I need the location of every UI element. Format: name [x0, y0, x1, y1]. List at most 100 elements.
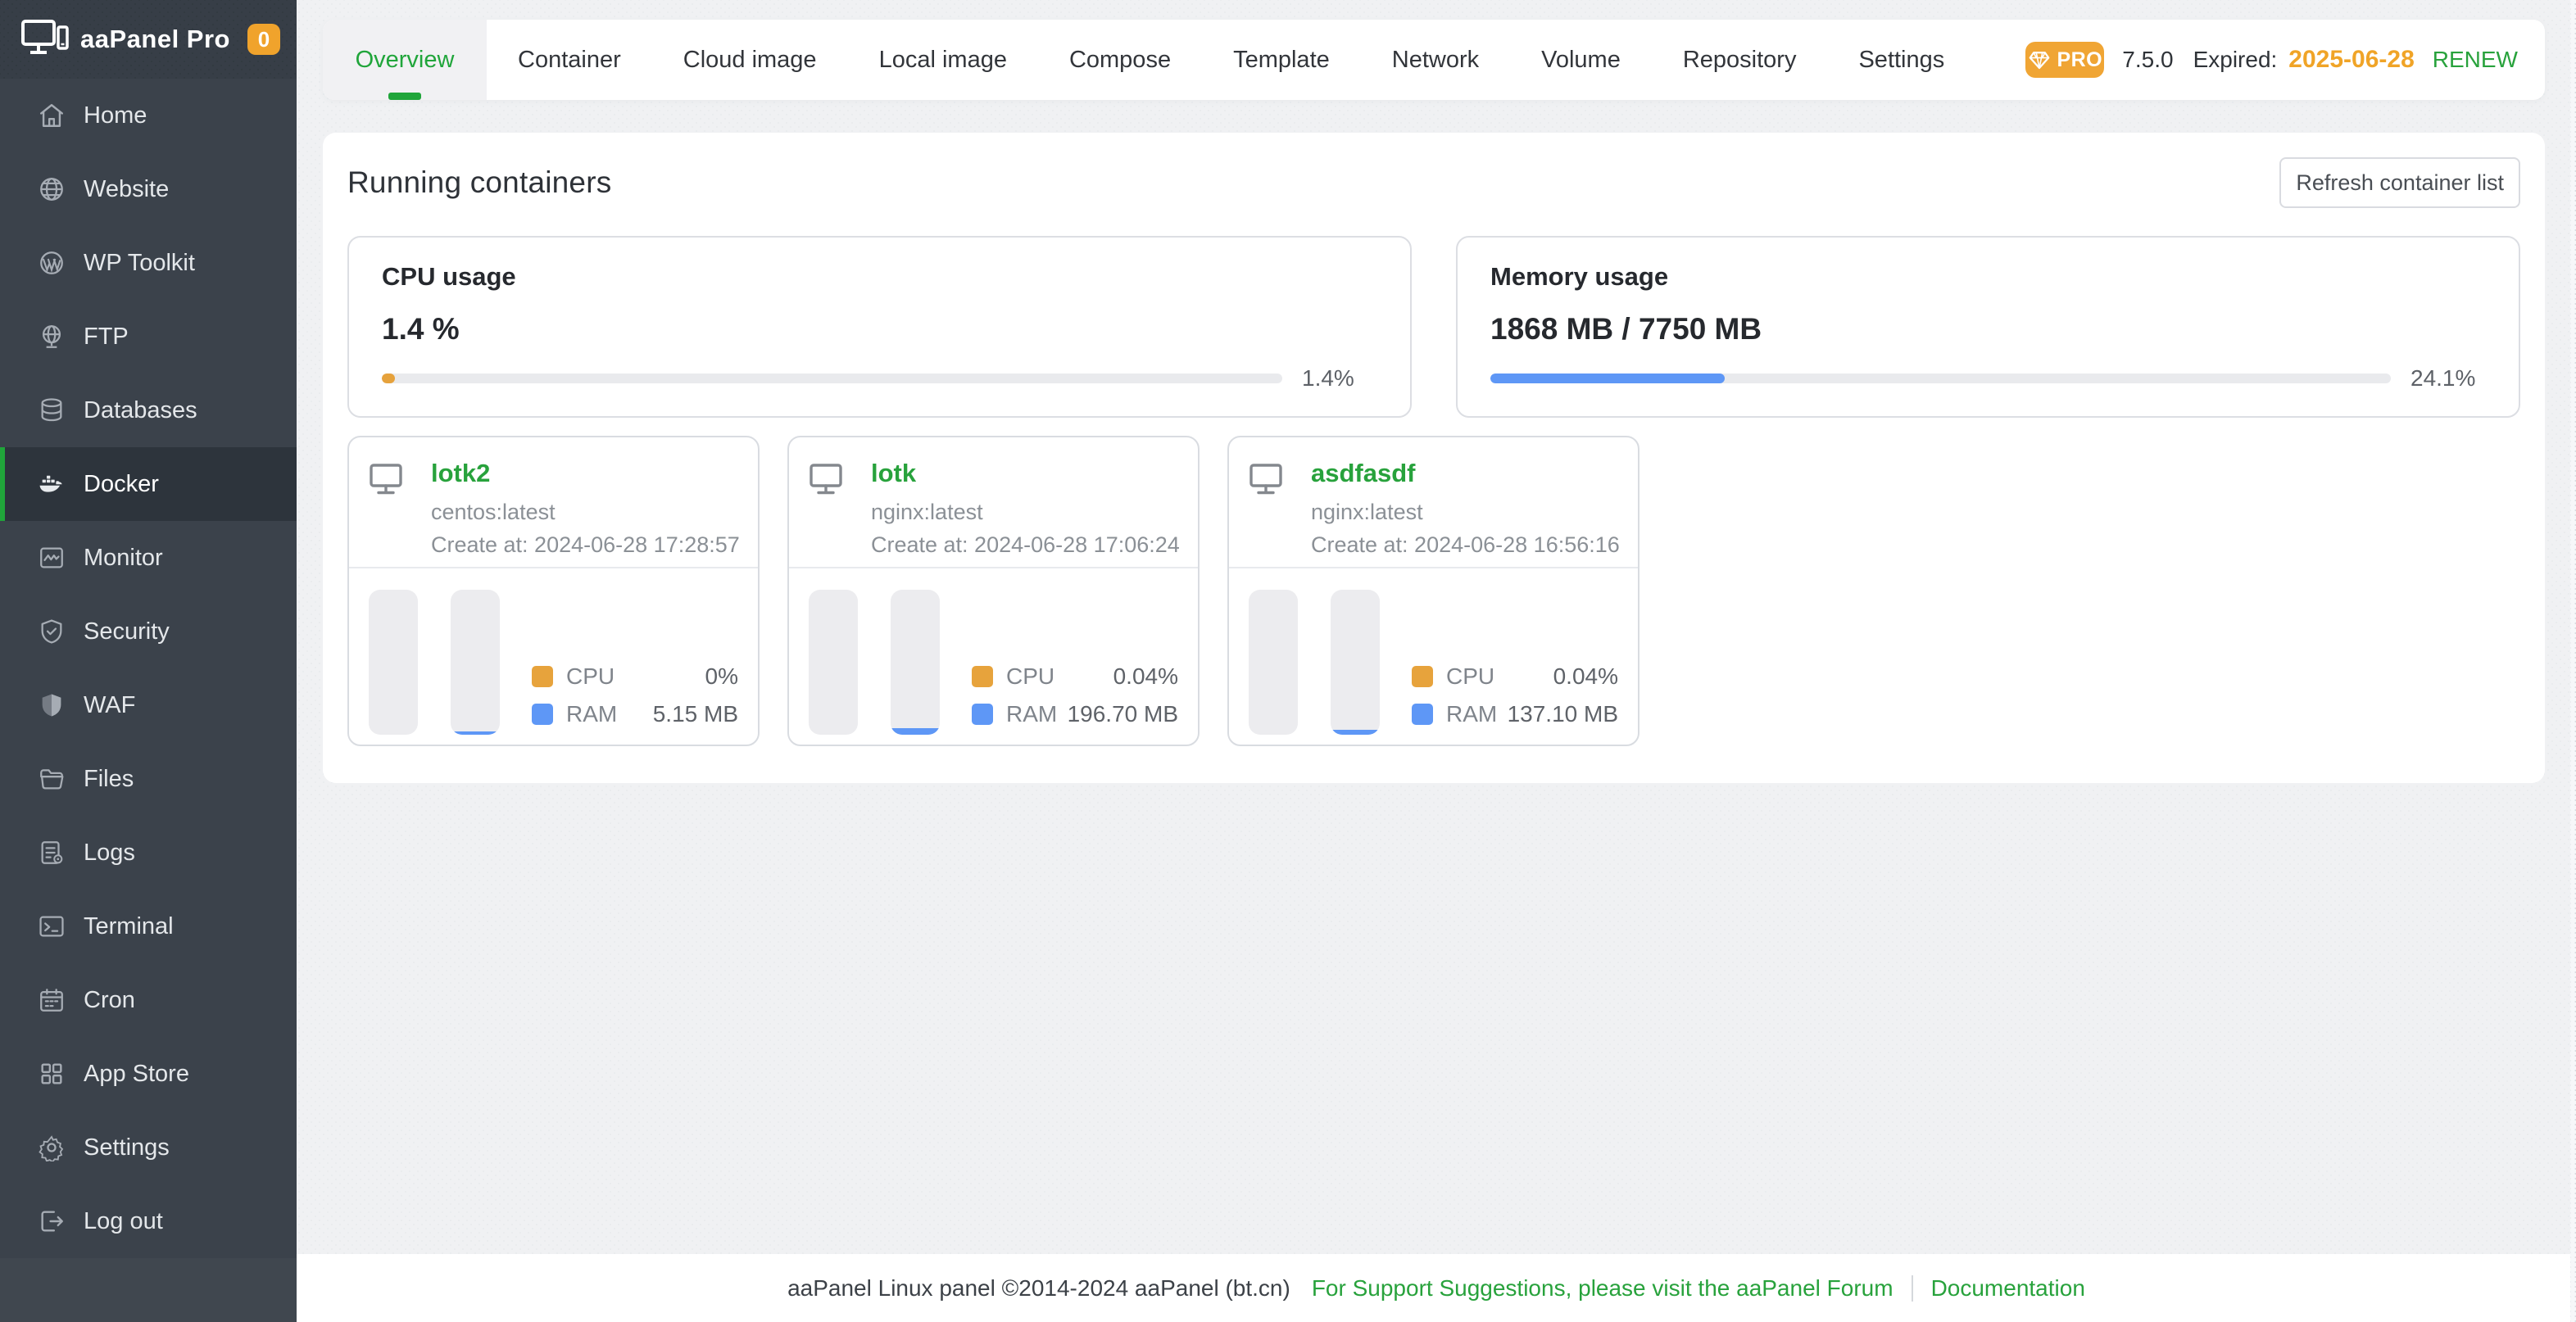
- memory-progress: 24.1%: [1490, 365, 2486, 392]
- sidebar-item-label: App Store: [84, 1061, 189, 1088]
- tab-volume[interactable]: Volume: [1510, 20, 1652, 100]
- container-card-header: lotk2 centos:latest Create at: 2024-06-2…: [349, 437, 758, 568]
- overview-panel: Running containers Refresh container lis…: [323, 133, 2545, 783]
- panel-version: 7.5.0: [2122, 47, 2173, 73]
- cpu-bar: [809, 590, 858, 735]
- sidebar-menu: Home Website WP Toolkit: [0, 79, 297, 1258]
- sidebar: aaPanel Pro 0 Home Website: [0, 0, 297, 1322]
- cpu-progress-label: 1.4%: [1302, 365, 1377, 392]
- container-card-body: CPU 0.04% RAM 196.70 MB: [789, 568, 1198, 745]
- legend-row-ram: RAM 196.70 MB: [972, 700, 1178, 728]
- sidebar-item-settings[interactable]: Settings: [0, 1111, 297, 1184]
- folder-icon: [38, 765, 66, 793]
- sidebar-logo[interactable]: aaPanel Pro 0: [0, 0, 297, 79]
- cpu-progress-track: [382, 374, 1282, 383]
- container-name[interactable]: lotk: [871, 457, 1178, 490]
- ram-bar-fill: [451, 731, 500, 735]
- forum-link[interactable]: For Support Suggestions, please visit th…: [1312, 1275, 1893, 1302]
- diamond-icon: [2027, 48, 2052, 72]
- app-title: aaPanel Pro: [80, 25, 230, 54]
- sidebar-item-wp-toolkit[interactable]: WP Toolkit: [0, 226, 297, 300]
- container-cards: lotk2 centos:latest Create at: 2024-06-2…: [347, 436, 2520, 746]
- database-icon: [38, 396, 66, 424]
- legend-row-cpu: CPU 0%: [532, 663, 738, 690]
- sidebar-item-label: Security: [84, 618, 170, 645]
- tab-container[interactable]: Container: [487, 20, 652, 100]
- cpu-legend-label: CPU: [1006, 663, 1054, 690]
- cpu-usage-card: CPU usage 1.4 % 1.4%: [347, 236, 1412, 418]
- container-name[interactable]: lotk2: [431, 457, 738, 490]
- ram-bar: [451, 590, 500, 735]
- cpu-legend-label: CPU: [566, 663, 615, 690]
- cpu-legend-value: 0.04%: [1553, 663, 1618, 690]
- terminal-icon: [38, 912, 66, 940]
- sidebar-item-monitor[interactable]: Monitor: [0, 521, 297, 595]
- sidebar-item-log-out[interactable]: Log out: [0, 1184, 297, 1258]
- gear-icon: [38, 1134, 66, 1161]
- container-created: Create at: 2024-06-28 17:06:24: [871, 532, 1178, 557]
- cpu-legend-swatch: [532, 666, 553, 687]
- tab-label: Settings: [1858, 47, 1944, 74]
- tab-label: Repository: [1683, 47, 1797, 74]
- sidebar-item-terminal[interactable]: Terminal: [0, 890, 297, 963]
- container-legend: CPU 0% RAM 5.15 MB: [532, 653, 738, 728]
- sidebar-item-ftp[interactable]: FTP: [0, 300, 297, 374]
- pro-badge[interactable]: PRO: [2025, 42, 2104, 78]
- sidebar-item-security[interactable]: Security: [0, 595, 297, 668]
- sidebar-item-logs[interactable]: Logs: [0, 816, 297, 890]
- container-card-asdfasdf: asdfasdf nginx:latest Create at: 2024-06…: [1227, 436, 1639, 746]
- sidebar-item-label: FTP: [84, 324, 129, 351]
- tab-label: Compose: [1069, 47, 1171, 74]
- sidebar-item-label: Settings: [84, 1134, 170, 1161]
- container-card-text: lotk2 centos:latest Create at: 2024-06-2…: [431, 457, 738, 557]
- tab-template[interactable]: Template: [1202, 20, 1361, 100]
- expired-label: Expired:: [2193, 47, 2278, 73]
- sidebar-item-cron[interactable]: Cron: [0, 963, 297, 1037]
- tab-cloud-image[interactable]: Cloud image: [652, 20, 848, 100]
- ram-legend-label: RAM: [1446, 701, 1497, 727]
- tab-overview[interactable]: Overview: [323, 20, 487, 100]
- notification-badge[interactable]: 0: [247, 24, 280, 55]
- documentation-link[interactable]: Documentation: [1931, 1275, 2085, 1302]
- tab-compose[interactable]: Compose: [1038, 20, 1202, 100]
- container-created: Create at: 2024-06-28 17:28:57: [431, 532, 738, 557]
- pro-badge-label: PRO: [2057, 48, 2102, 72]
- sidebar-item-label: Home: [84, 102, 147, 129]
- tab-network[interactable]: Network: [1361, 20, 1510, 100]
- container-name[interactable]: asdfasdf: [1311, 457, 1618, 490]
- container-created: Create at: 2024-06-28 16:56:16: [1311, 532, 1618, 557]
- cpu-legend-swatch: [972, 666, 993, 687]
- ram-legend-value: 5.15 MB: [653, 701, 738, 727]
- cpu-legend-swatch: [1412, 666, 1433, 687]
- sidebar-item-app-store[interactable]: App Store: [0, 1037, 297, 1111]
- footer-copyright: aaPanel Linux panel ©2014-2024 aaPanel (…: [787, 1275, 1290, 1302]
- sidebar-item-label: Website: [84, 176, 169, 203]
- log-file-icon: [38, 839, 66, 867]
- home-icon: [38, 102, 66, 129]
- expired-date: 2025-06-28: [2288, 46, 2414, 74]
- tab-local-image[interactable]: Local image: [848, 20, 1038, 100]
- tab-settings[interactable]: Settings: [1827, 20, 1975, 100]
- sidebar-item-docker[interactable]: Docker: [0, 447, 297, 521]
- sidebar-item-files[interactable]: Files: [0, 742, 297, 816]
- container-legend: CPU 0.04% RAM 196.70 MB: [972, 653, 1178, 728]
- ram-legend-value: 196.70 MB: [1068, 701, 1178, 727]
- sidebar-item-waf[interactable]: WAF: [0, 668, 297, 742]
- license-area: PRO 7.5.0 Expired: 2025-06-28 RENEW: [2025, 20, 2545, 100]
- tab-repository[interactable]: Repository: [1652, 20, 1828, 100]
- refresh-container-list-button[interactable]: Refresh container list: [2279, 157, 2520, 208]
- legend-row-cpu: CPU 0.04%: [1412, 663, 1618, 690]
- tab-label: Local image: [879, 47, 1007, 74]
- memory-usage-card: Memory usage 1868 MB / 7750 MB 24.1%: [1456, 236, 2520, 418]
- sidebar-item-website[interactable]: Website: [0, 152, 297, 226]
- container-card-header: lotk nginx:latest Create at: 2024-06-28 …: [789, 437, 1198, 568]
- sidebar-item-home[interactable]: Home: [0, 79, 297, 152]
- renew-link[interactable]: RENEW: [2433, 47, 2518, 73]
- ram-bar: [891, 590, 940, 735]
- ftp-globe-icon: [38, 323, 66, 351]
- display-icon: [369, 462, 403, 496]
- legend-row-ram: RAM 137.10 MB: [1412, 700, 1618, 728]
- sidebar-item-databases[interactable]: Databases: [0, 374, 297, 447]
- globe-icon: [38, 175, 66, 203]
- page-scrollbar[interactable]: [2570, 0, 2576, 1322]
